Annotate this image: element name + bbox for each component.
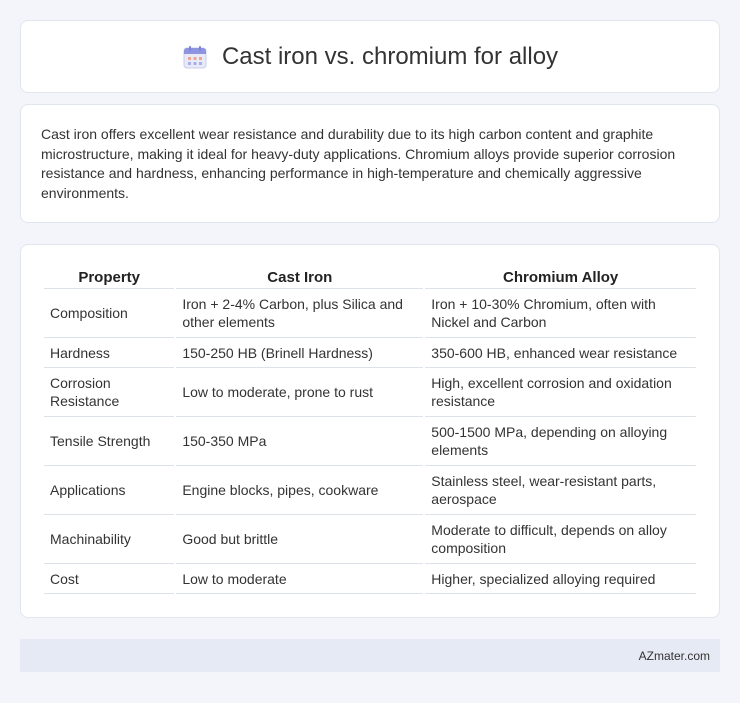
- column-header-chromium-alloy: Chromium Alloy: [425, 265, 696, 289]
- footer: AZmater.com: [20, 639, 720, 672]
- comparison-table: Property Cast Iron Chromium Alloy Compos…: [42, 265, 698, 594]
- cast-iron-cell: Low to moderate: [176, 564, 424, 594]
- row-label: Machinability: [44, 515, 175, 564]
- row-label: Hardness: [44, 338, 175, 368]
- chromium-alloy-cell: Iron + 10-30% Chromium, often with Nicke…: [425, 289, 696, 338]
- chromium-alloy-cell: Higher, specialized alloying required: [425, 564, 696, 594]
- table-row: Corrosion Resistance Low to moderate, pr…: [44, 368, 696, 417]
- cast-iron-cell: 150-350 MPa: [176, 417, 424, 466]
- cast-iron-cell: Low to moderate, prone to rust: [176, 368, 424, 417]
- column-header-cast-iron: Cast Iron: [176, 265, 424, 289]
- table-row: Cost Low to moderate Higher, specialized…: [44, 564, 696, 594]
- footer-source: AZmater.com: [638, 648, 710, 663]
- chromium-alloy-cell: High, excellent corrosion and oxidation …: [425, 368, 696, 417]
- intro-card: Cast iron offers excellent wear resistan…: [20, 104, 720, 223]
- comparison-card: Property Cast Iron Chromium Alloy Compos…: [20, 244, 720, 618]
- row-label: Composition: [44, 289, 175, 338]
- table-row: Machinability Good but brittle Moderate …: [44, 515, 696, 564]
- cast-iron-cell: 150-250 HB (Brinell Hardness): [176, 338, 424, 368]
- title-card: Cast iron vs. chromium for alloy: [20, 20, 720, 93]
- table-row: Applications Engine blocks, pipes, cookw…: [44, 466, 696, 515]
- page-title: Cast iron vs. chromium for alloy: [221, 42, 559, 70]
- column-header-property: Property: [44, 265, 175, 289]
- row-label: Applications: [44, 466, 175, 515]
- table-row: Tensile Strength 150-350 MPa 500-1500 MP…: [44, 417, 696, 466]
- table-row: Hardness 150-250 HB (Brinell Hardness) 3…: [44, 338, 696, 368]
- row-label: Corrosion Resistance: [44, 368, 175, 417]
- row-label: Tensile Strength: [44, 417, 175, 466]
- cast-iron-cell: Good but brittle: [176, 515, 424, 564]
- row-label: Cost: [44, 564, 175, 594]
- intro-text: Cast iron offers excellent wear resistan…: [41, 126, 676, 201]
- chromium-alloy-cell: 350-600 HB, enhanced wear resistance: [425, 338, 696, 368]
- cast-iron-cell: Iron + 2-4% Carbon, plus Silica and othe…: [176, 289, 424, 338]
- calendar-icon: [182, 44, 208, 70]
- chromium-alloy-cell: Moderate to difficult, depends on alloy …: [425, 515, 696, 564]
- chromium-alloy-cell: 500-1500 MPa, depending on alloying elem…: [425, 417, 696, 466]
- table-header-row: Property Cast Iron Chromium Alloy: [44, 265, 696, 289]
- cast-iron-cell: Engine blocks, pipes, cookware: [176, 466, 424, 515]
- table-row: Composition Iron + 2-4% Carbon, plus Sil…: [44, 289, 696, 338]
- chromium-alloy-cell: Stainless steel, wear-resistant parts, a…: [425, 466, 696, 515]
